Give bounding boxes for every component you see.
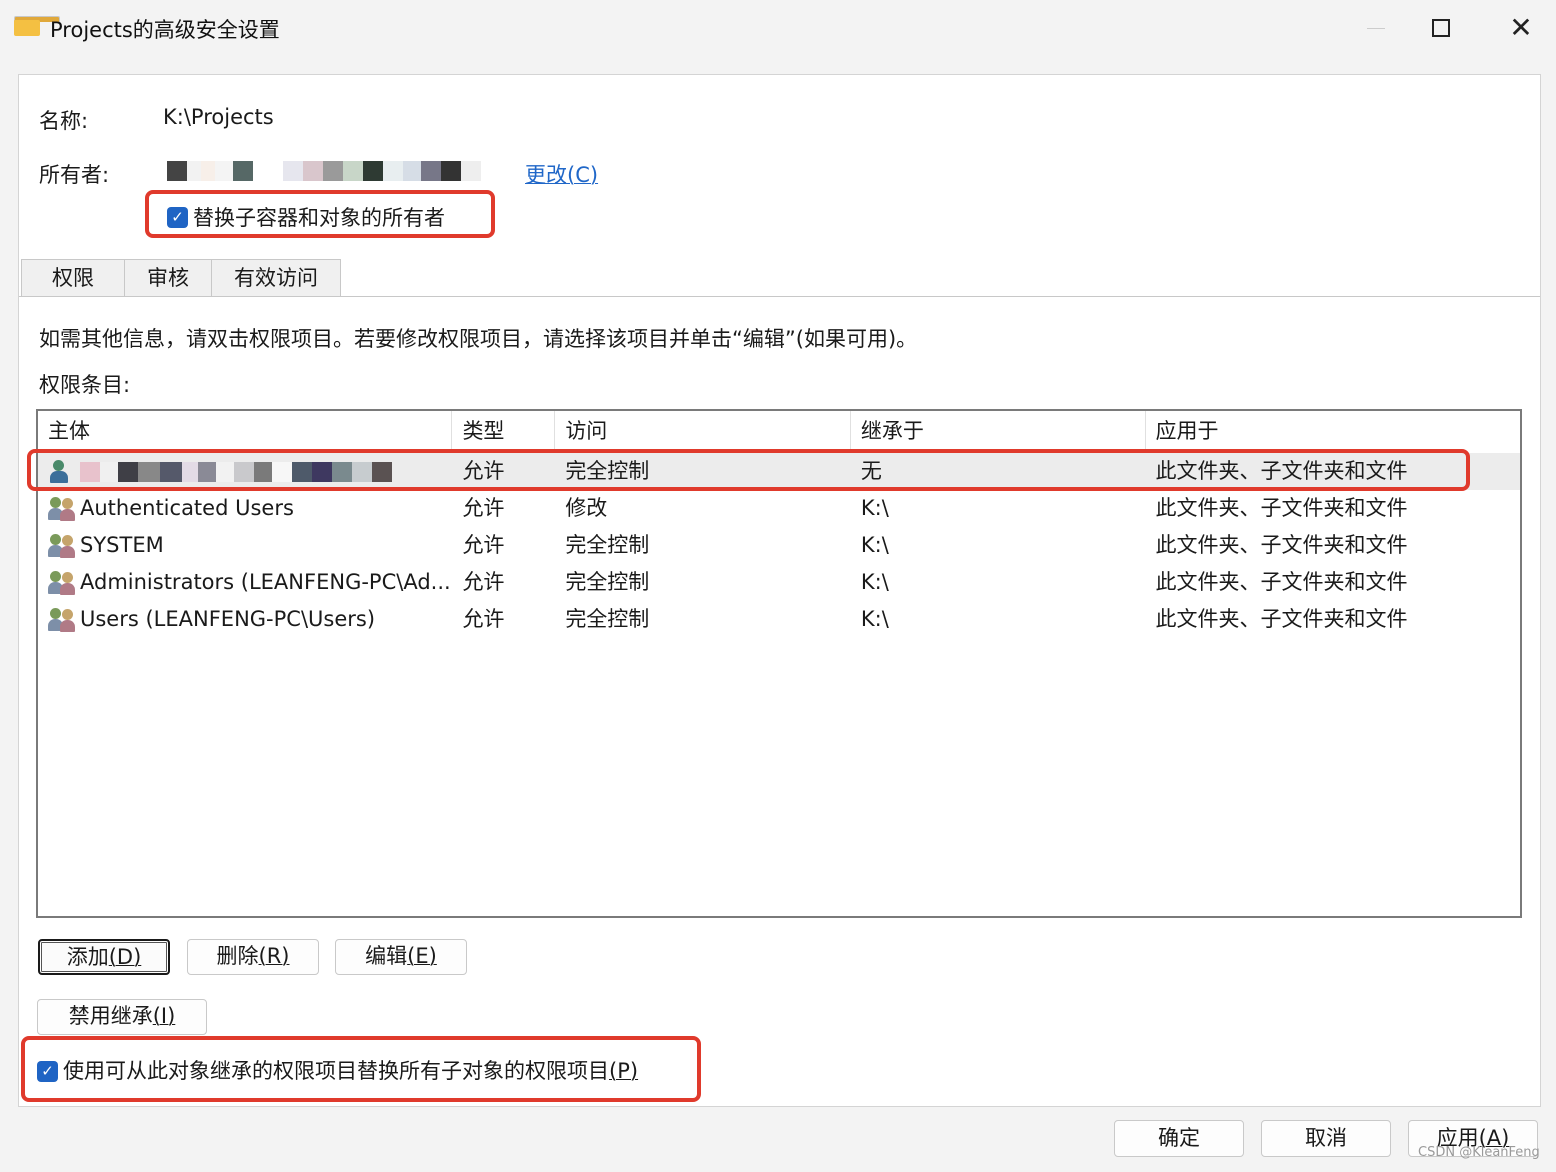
group-users-icon (48, 570, 76, 595)
row-principal: Authenticated Users (80, 496, 294, 520)
minimize-button[interactable] (1346, 8, 1406, 48)
row-principal: Users (LEANFENG-PC\Users) (80, 607, 376, 631)
replace-child-permissions-checkbox[interactable]: ✓ (37, 1061, 58, 1082)
row-principal: SYSTEM (80, 533, 164, 557)
group-users-icon (48, 607, 76, 632)
owner-label: 所有者: (39, 163, 110, 187)
group-users-icon (48, 533, 76, 558)
close-icon: ✕ (1509, 11, 1533, 44)
title-bar: Projects的高级安全设置 ✕ (0, 0, 1556, 56)
column-principal[interactable]: 主体 (38, 411, 453, 451)
row-inherited-from: K:\ (860, 496, 889, 520)
row-type: 允许 (462, 459, 505, 483)
tab-divider (19, 296, 1540, 297)
tab-strip: 权限 审核 有效访问 (21, 259, 341, 297)
row-inherited-from: K:\ (860, 570, 889, 594)
tab-effective-access[interactable]: 有效访问 (211, 259, 341, 297)
row-principal: Administrators (LEANFENG-PC\Ad... (80, 570, 451, 594)
replace-child-permissions-label[interactable]: 使用可从此对象继承的权限项目替换所有子对象的权限项目(P) (63, 1055, 638, 1085)
watermark: CSDN @KleanFeng (1418, 1145, 1540, 1160)
permission-entries-label: 权限条目: (39, 373, 131, 397)
group-users-icon (48, 496, 76, 521)
tab-auditing[interactable]: 审核 (124, 259, 212, 297)
remove-button[interactable]: 删除(R) (187, 939, 319, 975)
name-value: K:\Projects (163, 105, 274, 129)
column-inherited-from[interactable]: 继承于 (851, 411, 1146, 451)
ok-button[interactable]: 确定 (1114, 1120, 1244, 1157)
row-applies-to: 此文件夹、子文件夹和文件 (1155, 496, 1408, 520)
row-inherited-from: K:\ (860, 607, 889, 631)
row-applies-to: 此文件夹、子文件夹和文件 (1155, 459, 1408, 483)
table-row[interactable]: Authenticated Users 允许 修改 K:\ 此文件夹、子文件夹和… (38, 490, 1520, 527)
column-access[interactable]: 访问 (555, 411, 851, 451)
replace-owner-label[interactable]: 替换子容器和对象的所有者 (193, 202, 445, 232)
row-type: 允许 (462, 570, 505, 594)
row-type: 允许 (462, 533, 505, 557)
principal-redacted (80, 461, 392, 482)
row-inherited-from: K:\ (860, 533, 889, 557)
disable-inheritance-button[interactable]: 禁用继承(I) (37, 999, 207, 1035)
replace-owner-checkbox[interactable]: ✓ (167, 207, 188, 228)
change-owner-link[interactable]: 更改(C) (525, 159, 598, 189)
main-panel: 名称: K:\Projects 所有者: 更改(C) ✓ 替换子容器和对象的所有… (18, 74, 1541, 1107)
row-access: 完全控制 (565, 533, 650, 557)
row-type: 允许 (462, 607, 505, 631)
row-access: 完全控制 (565, 459, 650, 483)
row-access: 完全控制 (565, 607, 650, 631)
row-inherited-from: 无 (860, 459, 882, 483)
table-row[interactable]: Users (LEANFENG-PC\Users) 允许 完全控制 K:\ 此文… (38, 601, 1520, 638)
row-applies-to: 此文件夹、子文件夹和文件 (1155, 607, 1408, 631)
cancel-button[interactable]: 取消 (1261, 1120, 1391, 1157)
row-type: 允许 (462, 496, 505, 520)
maximize-icon (1432, 19, 1450, 37)
edit-button[interactable]: 编辑(E) (335, 939, 467, 975)
column-applies-to[interactable]: 应用于 (1146, 411, 1520, 451)
column-type[interactable]: 类型 (452, 411, 556, 451)
row-applies-to: 此文件夹、子文件夹和文件 (1155, 570, 1408, 594)
row-applies-to: 此文件夹、子文件夹和文件 (1155, 533, 1408, 557)
table-row[interactable]: Administrators (LEANFENG-PC\Ad... 允许 完全控… (38, 564, 1520, 601)
add-button[interactable]: 添加(D) (38, 939, 170, 975)
user-icon (48, 459, 76, 484)
permissions-info-text: 如需其他信息，请双击权限项目。若要修改权限项目，请选择该项目并单击“编辑”(如果… (39, 327, 918, 351)
owner-value-redacted (167, 161, 507, 181)
list-header: 主体 类型 访问 继承于 应用于 (38, 411, 1520, 451)
folder-icon (14, 16, 60, 36)
window-title: Projects的高级安全设置 (50, 18, 280, 42)
minimize-icon (1367, 27, 1385, 29)
close-button[interactable]: ✕ (1491, 8, 1551, 48)
row-access: 完全控制 (565, 570, 650, 594)
tab-permissions[interactable]: 权限 (21, 259, 125, 297)
name-label: 名称: (39, 109, 89, 133)
maximize-button[interactable] (1411, 8, 1471, 48)
row-access: 修改 (565, 496, 608, 520)
table-row[interactable]: SYSTEM 允许 完全控制 K:\ 此文件夹、子文件夹和文件 (38, 527, 1520, 564)
permission-entries-list[interactable]: 主体 类型 访问 继承于 应用于 允许 完全控制 无 此文件夹、子文件夹和文件 … (36, 409, 1522, 918)
table-row[interactable]: 允许 完全控制 无 此文件夹、子文件夹和文件 (38, 453, 1520, 490)
